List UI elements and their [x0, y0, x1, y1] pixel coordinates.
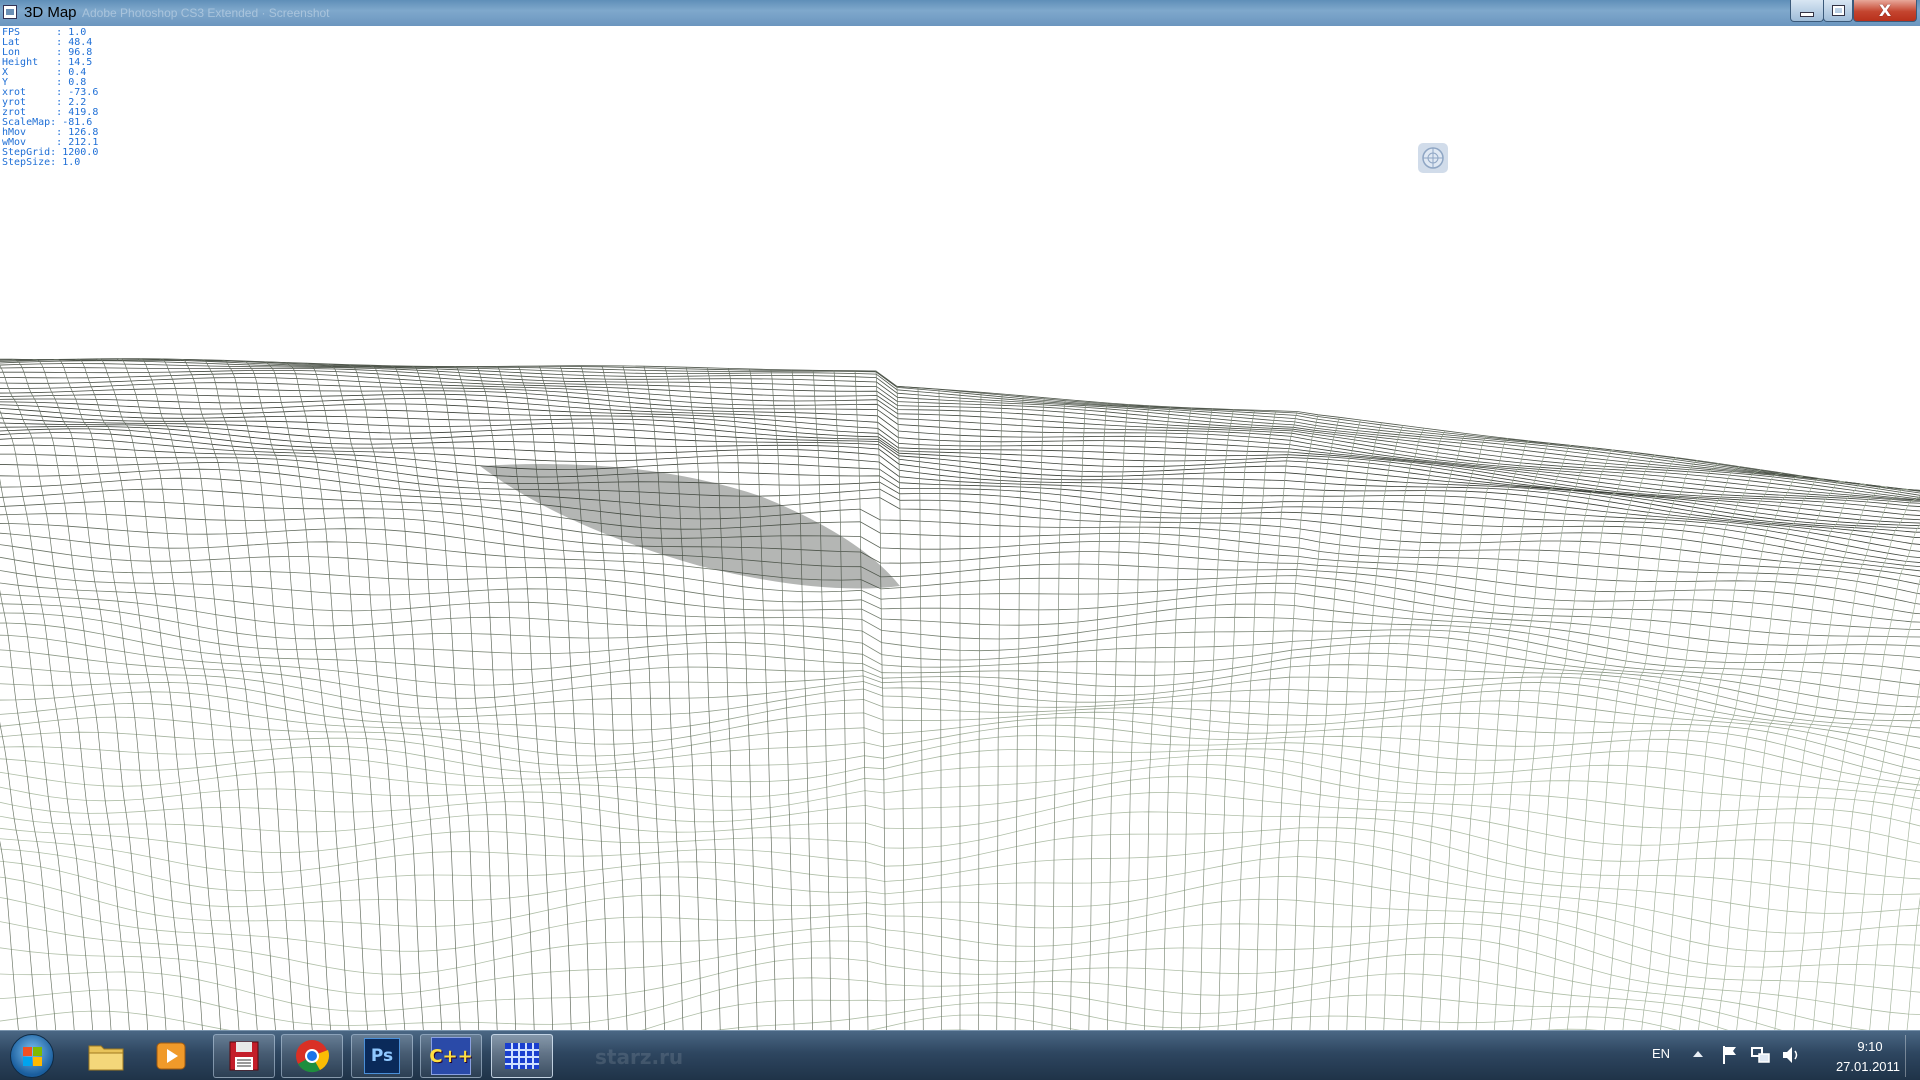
terrain-column-line [1869, 679, 1920, 1030]
terrain-column-line [1162, 407, 1193, 1030]
language-indicator[interactable]: EN [1652, 1046, 1670, 1061]
hud-overlay: FPS : 1.0 Lat : 48.4 Lon : 96.8 Height : 14… [2, 28, 98, 168]
app-icon[interactable] [3, 5, 17, 19]
terrain-column-line [0, 721, 38, 1030]
network-icon[interactable] [1750, 1044, 1772, 1066]
terrain-column-line [53, 359, 167, 1030]
floppy-disk-icon [229, 1041, 259, 1071]
folder-icon [88, 1045, 124, 1071]
terrain-column-line [1236, 410, 1277, 1030]
chrome-icon [296, 1040, 330, 1073]
maximize-button[interactable] [1823, 0, 1853, 22]
hud-value: 1.0 [62, 157, 81, 168]
taskbar-explorer[interactable] [75, 1034, 137, 1078]
terrain-column-line [0, 1029, 1, 1030]
cpp-builder-icon: C++ [429, 1037, 473, 1075]
background-window-title: Adobe Photoshop CS3 Extended · Screensho… [82, 6, 330, 20]
terrain-column-line [706, 367, 740, 1030]
action-center-flag-icon[interactable] [1720, 1044, 1740, 1066]
volume-icon[interactable] [1780, 1044, 1802, 1066]
window-title-bar[interactable]: 3D Map Adobe Photoshop CS3 Extended · Sc… [0, 0, 1920, 26]
maximize-icon [1831, 5, 1845, 16]
terrain-column-line [727, 368, 758, 1030]
terrain-column-line [0, 840, 19, 1030]
taskbar-watermark: starz.ru [595, 1045, 684, 1069]
grid-app-icon [505, 1043, 539, 1069]
terrain-column-line [1364, 427, 1425, 1030]
terrain-column-line [1698, 475, 1804, 1030]
terrain-mesh [0, 358, 1920, 1030]
terrain-column-line [1309, 419, 1361, 1030]
terrain-column-line [685, 367, 721, 1030]
terrain-column-line [1850, 578, 1920, 1030]
terrain-column-line [1070, 401, 1087, 1030]
terrain-column-line [978, 392, 982, 1030]
taskbar-cpp-builder[interactable]: C++ [420, 1034, 482, 1078]
terrain-column-line [1328, 422, 1382, 1030]
minimize-button[interactable] [1790, 0, 1824, 22]
terrain-column-line [748, 368, 776, 1030]
terrain-column-line [875, 370, 887, 1030]
taskbar-photoshop[interactable]: Ps [351, 1034, 413, 1078]
terrain-column-line [812, 369, 832, 1030]
taskbar-save-app[interactable] [213, 1034, 275, 1078]
terrain-column-line [1736, 481, 1846, 1030]
terrain-column-line [1512, 447, 1593, 1030]
terrain-column-line [1717, 478, 1825, 1030]
terrain-column-line [1106, 404, 1129, 1030]
clock-date[interactable]: 27.01.2011 [1818, 1059, 1918, 1074]
compass-icon [1422, 147, 1444, 169]
taskbar-chrome[interactable] [281, 1034, 343, 1078]
terrain-column-line [1457, 440, 1530, 1030]
terrain-column-line [348, 364, 424, 1030]
clock-time[interactable]: 9:10 [1840, 1039, 1900, 1054]
show-desktop-button[interactable] [1905, 1035, 1918, 1077]
close-icon: X [1878, 1, 1892, 20]
photoshop-icon: Ps [364, 1038, 400, 1074]
terrain-wireframe-viewport[interactable] [0, 26, 1920, 1030]
terrain-column-line [285, 362, 369, 1030]
terrain-column-line [1254, 411, 1298, 1030]
terrain-column-line [1475, 442, 1551, 1030]
terrain-column-line [1420, 435, 1488, 1030]
terrain-column-line [137, 358, 240, 1030]
terrain-column-line [0, 589, 57, 1030]
taskbar: Ps C++ starz.ru EN 9:10 27.01.2011 [0, 1030, 1920, 1080]
taskbar-3d-map-app[interactable] [491, 1034, 553, 1078]
terrain-column-line [1144, 406, 1172, 1030]
tray-expand-icon[interactable] [1692, 1049, 1704, 1059]
terrain-column-line [1755, 483, 1867, 1030]
minimize-icon [1800, 12, 1814, 17]
window-title: 3D Map [24, 4, 77, 21]
start-button[interactable] [10, 1034, 54, 1078]
terrain-column-line [201, 359, 295, 1030]
terrain-column-line [116, 358, 222, 1030]
terrain-column-line [1088, 402, 1108, 1030]
hud-key: StepSize: [2, 157, 63, 168]
taskbar-media-player[interactable] [140, 1034, 202, 1078]
navigation-widget[interactable] [1418, 143, 1448, 173]
media-player-icon [156, 1042, 186, 1070]
terrain-column-line [1679, 472, 1783, 1030]
terrain-column-line [601, 365, 647, 1030]
hud-row: StepSize: 1.0 [2, 158, 98, 168]
close-button[interactable]: X [1853, 0, 1917, 22]
